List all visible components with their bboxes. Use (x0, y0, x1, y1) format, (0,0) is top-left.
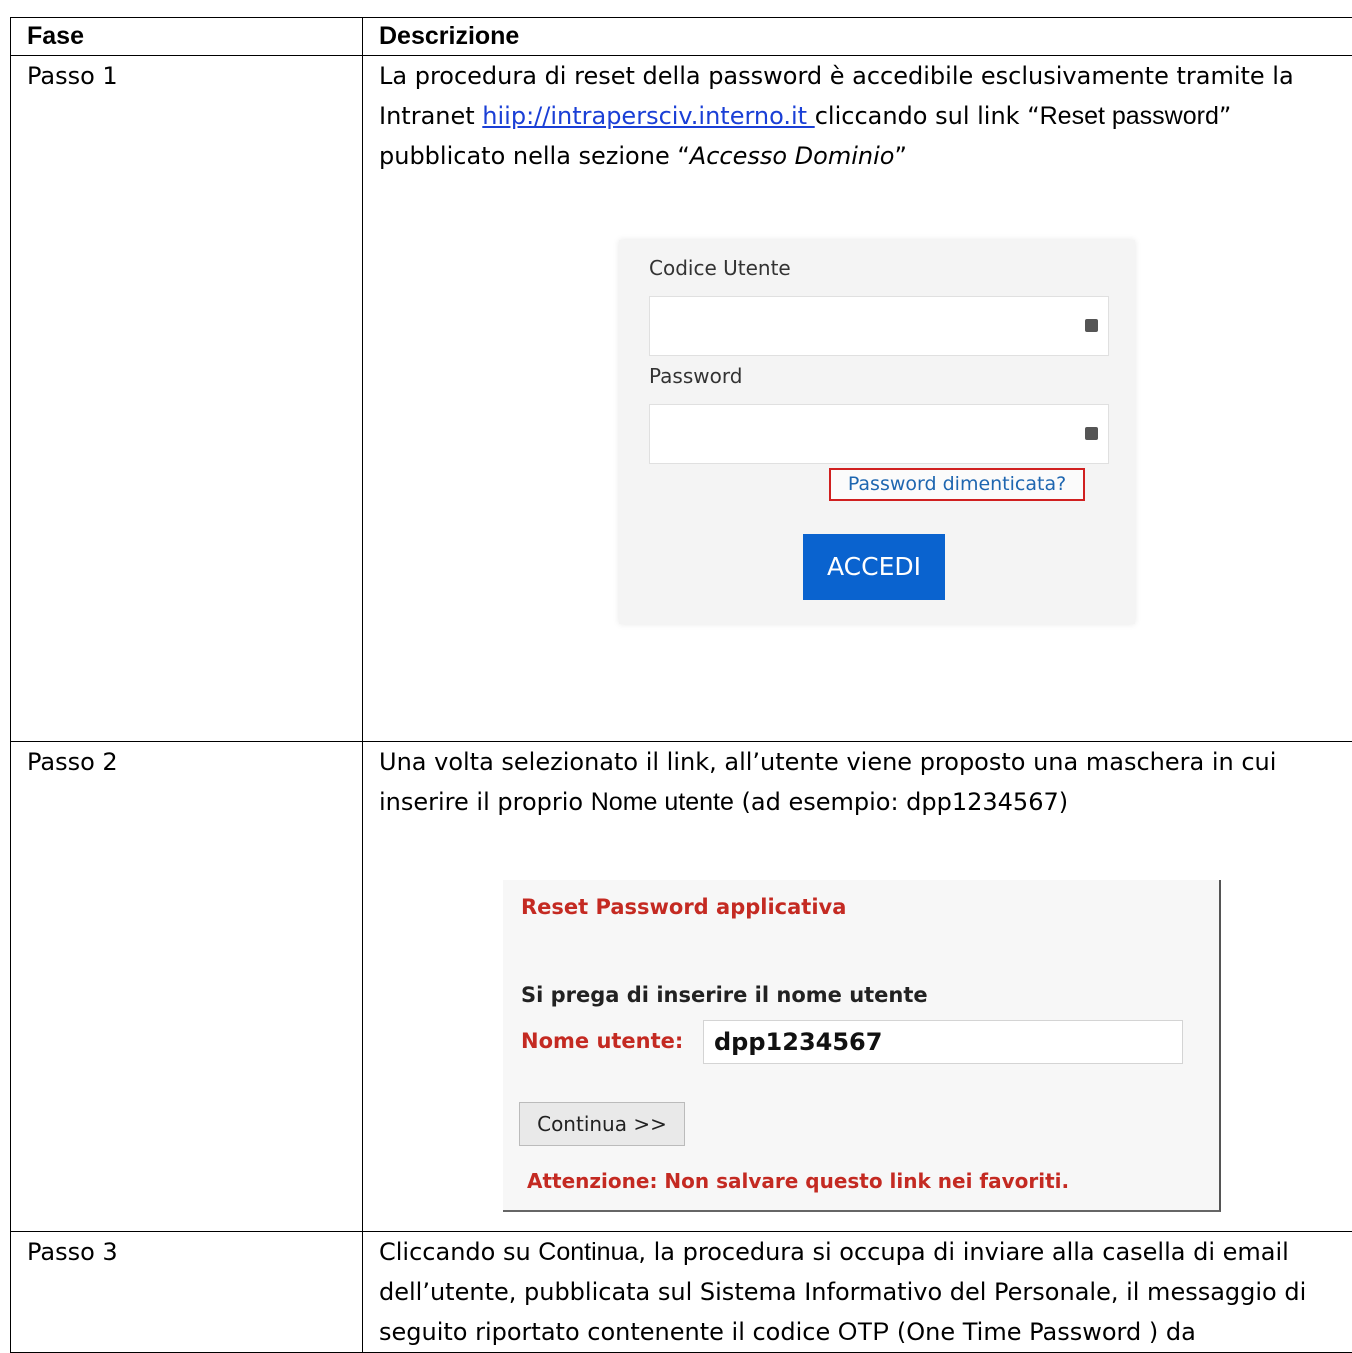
step-label: Passo 2 (11, 742, 363, 1232)
accesso-dominio-term: Accesso Dominio (690, 142, 895, 170)
continue-button[interactable]: Continua >> (519, 1102, 685, 1146)
header-description: Descrizione (363, 18, 1352, 56)
reset-password-screenshot: Reset Password applicativa Si prega di i… (503, 880, 1221, 1212)
step-text: Una volta selezionato il link, all’utent… (379, 742, 1352, 822)
accedi-button[interactable]: ACCEDI (803, 534, 945, 600)
procedure-table: Fase Descrizione Passo 1 La procedura di… (10, 17, 1352, 1353)
user-code-label: Codice Utente (649, 256, 791, 280)
keyboard-icon (1085, 427, 1098, 440)
step-description: Una volta selezionato il link, all’utent… (363, 742, 1352, 1232)
table-row: Passo 1 La procedura di reset della pass… (11, 56, 1352, 742)
continua-term: Continua (538, 1238, 638, 1266)
password-field[interactable] (649, 404, 1109, 464)
reset-password-term: Reset password (1040, 102, 1219, 130)
forgot-password-link[interactable]: Password dimenticata? (829, 468, 1085, 501)
step-label: Passo 3 (11, 1232, 363, 1353)
keyboard-icon (1085, 319, 1098, 332)
header-phase: Fase (11, 18, 363, 56)
step-text: Cliccando su Continua, la procedura si o… (379, 1232, 1352, 1352)
step-text: La procedura di reset della password è a… (379, 56, 1352, 176)
username-input[interactable]: dpp1234567 (703, 1020, 1183, 1064)
text-run: (One Time Password ) da (889, 1318, 1196, 1346)
reset-prompt: Si prega di inserire il nome utente (521, 980, 928, 1010)
nome-utente-term: Nome utente (591, 788, 734, 816)
text-run: cliccando sul link “ (815, 102, 1040, 130)
table-header-row: Fase Descrizione (11, 18, 1352, 56)
otp-term: OTP (838, 1318, 889, 1346)
text-run: Cliccando su (379, 1238, 538, 1266)
reset-title: Reset Password applicativa (521, 892, 846, 922)
warning-text: Attenzione: Non salvare questo link nei … (527, 1166, 1069, 1196)
step-description: Cliccando su Continua, la procedura si o… (363, 1232, 1352, 1353)
table-row: Passo 3 Cliccando su Continua, la proced… (11, 1232, 1352, 1353)
name-label: Nome utente: (521, 1026, 683, 1056)
step-label: Passo 1 (11, 56, 363, 742)
text-run: (ad esempio: dpp1234567) (734, 788, 1068, 816)
intranet-link[interactable]: hiip://intrapersciv.interno.it (482, 102, 814, 130)
user-code-field[interactable] (649, 296, 1109, 356)
step-description: La procedura di reset della password è a… (363, 56, 1352, 742)
login-screenshot: Codice Utente Password Password dimentic… (619, 240, 1135, 624)
table-row: Passo 2 Una volta selezionato il link, a… (11, 742, 1352, 1232)
password-label: Password (649, 364, 742, 388)
text-run: ” (894, 142, 906, 170)
